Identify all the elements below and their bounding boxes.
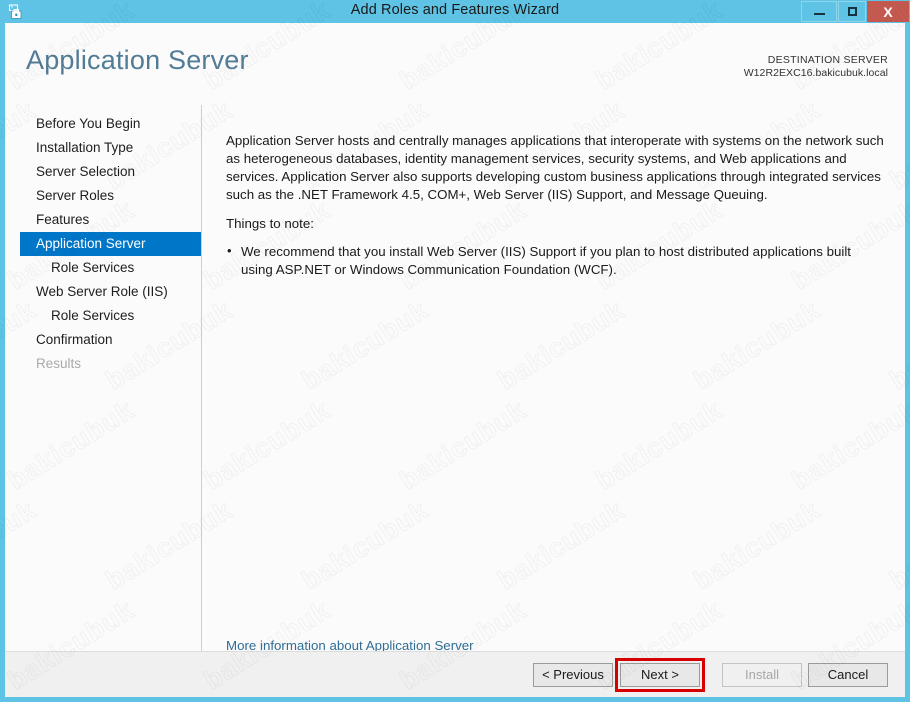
sidebar-item-server-selection[interactable]: Server Selection	[5, 160, 201, 184]
note-item: We recommend that you install Web Server…	[226, 242, 886, 279]
maximize-button[interactable]	[838, 1, 866, 22]
page-header: Application Server DESTINATION SERVER W1…	[5, 23, 905, 101]
destination-server-block: DESTINATION SERVER W12R2EXC16.bakicubuk.…	[744, 54, 888, 80]
minimize-icon	[802, 2, 836, 21]
sidebar-item-installation-type[interactable]: Installation Type	[5, 136, 201, 160]
intro-paragraph: Application Server hosts and centrally m…	[226, 133, 884, 202]
destination-server-label: DESTINATION SERVER	[767, 54, 888, 66]
close-icon: X	[883, 3, 893, 20]
sidebar-divider	[201, 105, 202, 651]
maximize-icon	[839, 2, 865, 21]
sidebar-item-role-services[interactable]: Role Services	[5, 256, 201, 280]
sidebar-item-role-services[interactable]: Role Services	[5, 304, 201, 328]
cancel-button[interactable]: Cancel	[808, 663, 888, 687]
sidebar-item-before-you-begin[interactable]: Before You Begin	[5, 112, 201, 136]
body-area: Before You Begin Installation Type Server …	[5, 101, 905, 653]
wizard-window: Add Roles and Features Wizard X Applicat…	[0, 0, 910, 702]
things-to-note-list: We recommend that you install Web Server…	[226, 242, 886, 279]
things-to-note-heading: Things to note:	[226, 216, 314, 231]
minimize-button[interactable]	[801, 1, 837, 22]
sidebar-item-web-server-role-iis[interactable]: Web Server Role (IIS)	[5, 280, 201, 304]
client-area: Application Server DESTINATION SERVER W1…	[5, 23, 905, 697]
sidebar-item-application-server[interactable]: Application Server	[20, 232, 201, 256]
page-title: Application Server	[26, 45, 249, 75]
sidebar-item-confirmation[interactable]: Confirmation	[5, 328, 201, 352]
install-button: Install	[722, 663, 802, 687]
previous-button[interactable]: < Previous	[533, 663, 613, 687]
title-bar: Add Roles and Features Wizard X	[0, 0, 910, 23]
sidebar-item-server-roles[interactable]: Server Roles	[5, 184, 201, 208]
window-title: Add Roles and Features Wizard	[350, 2, 560, 18]
close-button[interactable]: X	[867, 1, 909, 22]
wizard-navigation: Before You Begin Installation Type Server …	[5, 112, 201, 376]
next-button[interactable]: Next >	[620, 663, 700, 687]
footer-bar: < Previous Next > Install Cancel	[5, 651, 905, 697]
destination-server-name: W12R2EXC16.bakicubuk.local	[743, 67, 888, 79]
sidebar-item-results: Results	[36, 356, 82, 371]
sidebar-item-features[interactable]: Features	[5, 208, 201, 232]
